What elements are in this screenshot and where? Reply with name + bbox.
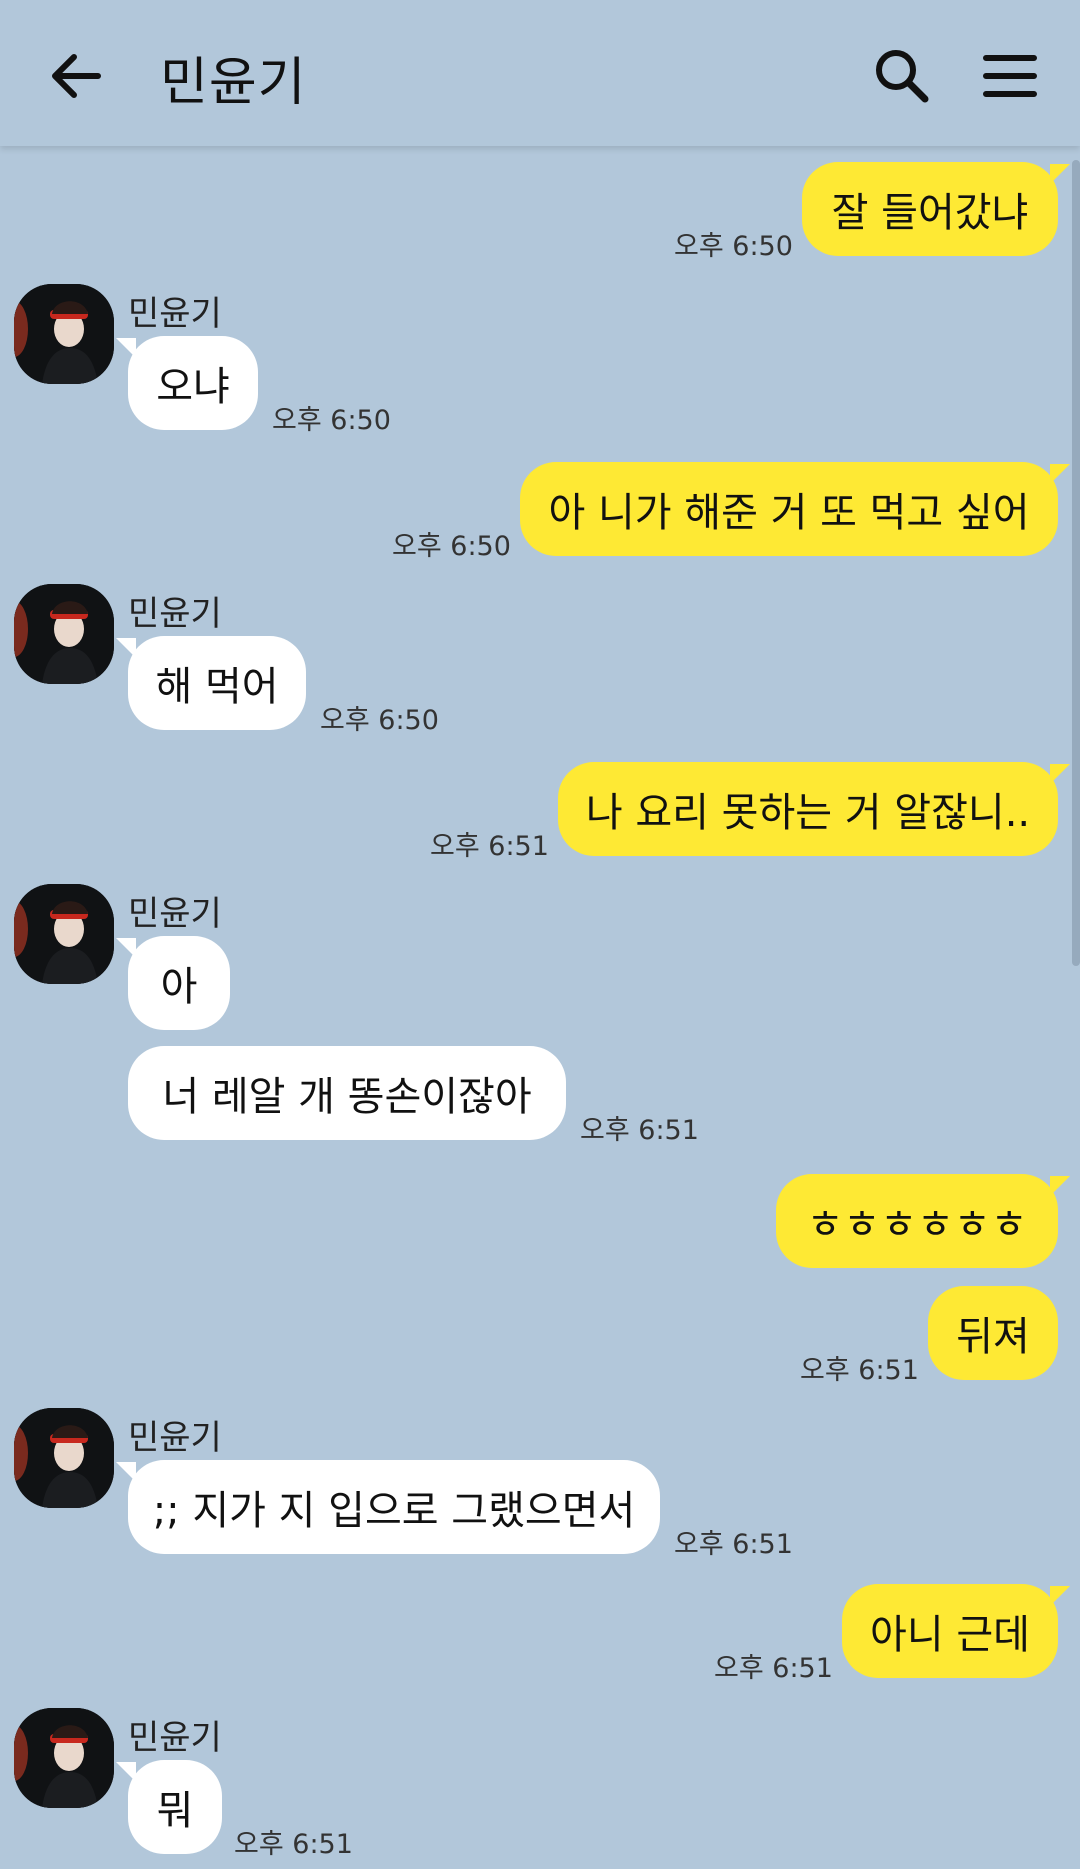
- message-bubble-me[interactable]: 뒤져: [928, 1286, 1058, 1380]
- search-icon: [876, 50, 929, 103]
- message-text: 잘 들어갔냐: [831, 190, 1029, 236]
- message-bubble-me[interactable]: ㅎㅎㅎㅎㅎㅎ: [776, 1174, 1058, 1268]
- sender-name: 민윤기: [128, 894, 222, 934]
- message-time: 오후 6:50: [272, 405, 391, 436]
- message-text: 나 요리 못하는 거 알잖니..: [585, 790, 1031, 836]
- message-time: 오후 6:51: [580, 1115, 699, 1146]
- avatar[interactable]: [14, 1408, 114, 1508]
- back-button[interactable]: [44, 44, 108, 108]
- menu-button[interactable]: [978, 44, 1042, 108]
- avatar[interactable]: [14, 884, 114, 984]
- message-bubble-me[interactable]: 아니 근데: [842, 1584, 1058, 1678]
- message-text: ;; 지가 지 입으로 그랬으면서: [152, 1488, 636, 1534]
- scrollbar[interactable]: [1072, 160, 1080, 966]
- message-time: 오후 6:51: [234, 1829, 353, 1860]
- avatar[interactable]: [14, 1708, 114, 1808]
- arrow-left-icon: [52, 54, 101, 98]
- bubble-tail: [1050, 464, 1070, 484]
- message-bubble-other[interactable]: 아: [128, 936, 230, 1030]
- bubble-tail: [116, 1762, 136, 1782]
- message-text: 아 니가 해준 거 또 먹고 싶어: [548, 490, 1030, 536]
- message-time: 오후 6:50: [320, 705, 439, 736]
- message-time: 오후 6:51: [800, 1355, 919, 1386]
- message-text: ㅎㅎㅎㅎㅎㅎ: [806, 1202, 1028, 1248]
- message-bubble-other[interactable]: 오냐: [128, 336, 258, 430]
- bubble-tail: [1050, 764, 1070, 784]
- message-text: 아: [160, 964, 198, 1010]
- profile-photo: [14, 584, 114, 684]
- sender-name: 민윤기: [128, 594, 222, 634]
- bubble-tail: [116, 938, 136, 958]
- message-text: 뭐: [156, 1788, 194, 1834]
- message-time: 오후 6:51: [714, 1653, 833, 1684]
- chat-header: 민윤기: [0, 0, 1080, 146]
- bubble-tail: [116, 1462, 136, 1482]
- message-time: 오후 6:51: [430, 831, 549, 862]
- avatar[interactable]: [14, 584, 114, 684]
- sender-name: 민윤기: [128, 1418, 222, 1458]
- message-text: 뒤져: [956, 1314, 1030, 1360]
- chat-title: 민윤기: [160, 53, 307, 113]
- message-time: 오후 6:50: [674, 231, 793, 262]
- message-bubble-me[interactable]: 나 요리 못하는 거 알잖니..: [558, 762, 1058, 856]
- profile-photo: [14, 1408, 114, 1508]
- message-text: 아니 근데: [870, 1612, 1030, 1658]
- bubble-tail: [116, 338, 136, 358]
- profile-photo: [14, 884, 114, 984]
- bubble-tail: [1050, 1176, 1070, 1196]
- profile-photo: [14, 1708, 114, 1808]
- message-time: 오후 6:51: [674, 1529, 793, 1560]
- bubble-tail: [116, 638, 136, 658]
- profile-photo: [14, 284, 114, 384]
- bubble-tail: [1050, 164, 1070, 184]
- message-bubble-me[interactable]: 잘 들어갔냐: [802, 162, 1058, 256]
- sender-name: 민윤기: [128, 1718, 222, 1758]
- search-button[interactable]: [870, 44, 934, 108]
- message-text: 해 먹어: [155, 664, 279, 710]
- message-bubble-other[interactable]: 너 레알 개 똥손이잖아: [128, 1046, 566, 1140]
- message-text: 오냐: [156, 364, 230, 410]
- avatar[interactable]: [14, 284, 114, 384]
- message-text: 너 레알 개 똥손이잖아: [162, 1074, 532, 1120]
- message-bubble-other[interactable]: ;; 지가 지 입으로 그랬으면서: [128, 1460, 660, 1554]
- message-time: 오후 6:50: [392, 531, 511, 562]
- message-bubble-me[interactable]: 아 니가 해준 거 또 먹고 싶어: [520, 462, 1058, 556]
- hamburger-menu-icon: [983, 55, 1037, 97]
- sender-name: 민윤기: [128, 294, 222, 334]
- message-bubble-other[interactable]: 해 먹어: [128, 636, 306, 730]
- bubble-tail: [1050, 1586, 1070, 1606]
- message-bubble-other[interactable]: 뭐: [128, 1760, 222, 1854]
